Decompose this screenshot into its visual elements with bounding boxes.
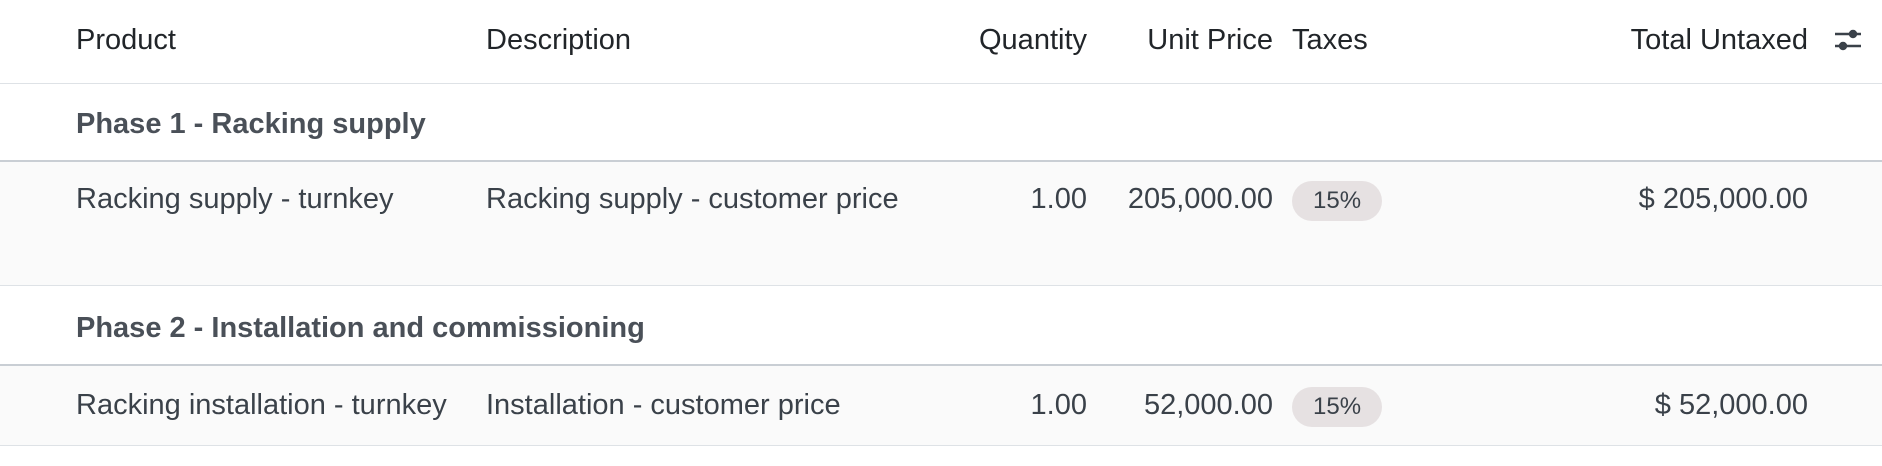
table-row[interactable]: Racking supply - turnkey Racking supply …	[0, 162, 1882, 286]
table-row[interactable]: Racking installation - turnkey Installat…	[0, 366, 1882, 446]
line-quantity[interactable]: 1.00	[900, 383, 1087, 428]
tax-badge: 15%	[1292, 181, 1383, 221]
line-description[interactable]: Racking supply - customer price	[486, 177, 916, 222]
tax-badge: 15%	[1292, 387, 1383, 427]
column-header-quantity[interactable]: Quantity	[900, 18, 1087, 63]
line-unit-price[interactable]: 205,000.00	[1095, 177, 1273, 222]
line-total: $ 205,000.00	[1638, 183, 1808, 215]
column-header-unit-price[interactable]: Unit Price	[1095, 18, 1273, 63]
line-quantity[interactable]: 1.00	[900, 177, 1087, 222]
sliders-icon[interactable]	[1832, 24, 1864, 56]
line-product[interactable]: Racking supply - turnkey	[76, 177, 476, 222]
line-taxes[interactable]: 15%	[1292, 383, 1532, 428]
column-header-taxes[interactable]: Taxes	[1292, 18, 1532, 63]
line-description[interactable]: Installation - customer price	[486, 383, 916, 428]
column-header-product[interactable]: Product	[76, 18, 476, 63]
order-lines-table: Product Description Quantity Unit Price …	[0, 0, 1882, 466]
section-row[interactable]: Phase 2 - Installation and commissioning	[0, 286, 1882, 366]
table-header: Product Description Quantity Unit Price …	[0, 0, 1882, 84]
line-taxes[interactable]: 15%	[1292, 177, 1532, 222]
line-total: $ 52,000.00	[1654, 389, 1808, 421]
column-header-total-untaxed[interactable]: Total Untaxed	[1500, 18, 1808, 63]
line-product[interactable]: Racking installation - turnkey	[76, 383, 476, 428]
section-title: Phase 2 - Installation and commissioning	[76, 312, 645, 344]
line-unit-price[interactable]: 52,000.00	[1095, 383, 1273, 428]
section-title: Phase 1 - Racking supply	[76, 108, 426, 140]
section-row[interactable]: Phase 1 - Racking supply	[0, 84, 1882, 162]
column-header-description[interactable]: Description	[486, 18, 916, 63]
